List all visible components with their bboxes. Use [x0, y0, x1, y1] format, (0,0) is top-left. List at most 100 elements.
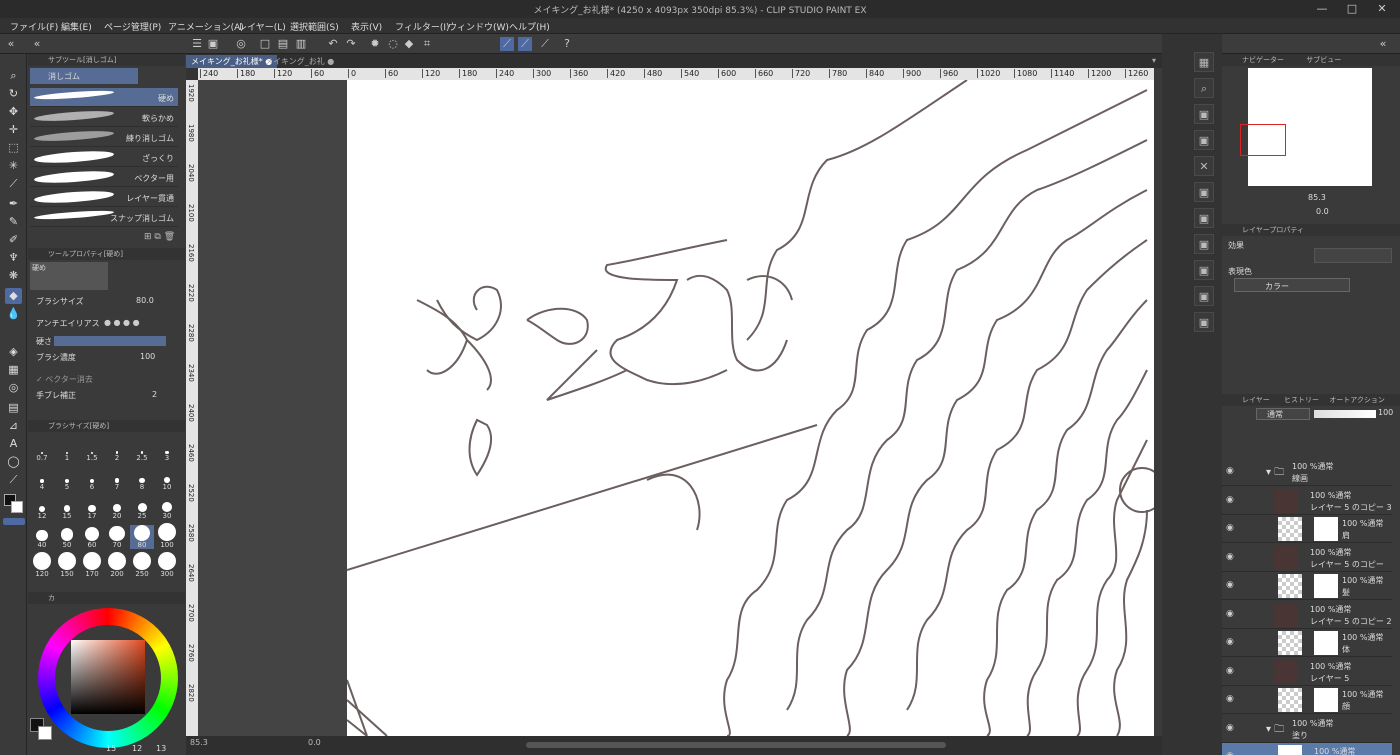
antialias-row[interactable]: アンチエイリアス ● ● ● ● [36, 318, 176, 329]
undo-icon[interactable]: ↶ [326, 37, 340, 51]
menu-page[interactable]: ページ管理(P) [104, 20, 161, 33]
brush-size-option[interactable]: 30 [155, 496, 179, 520]
eyedropper-icon[interactable]: ⟋ [5, 176, 22, 192]
menu-view[interactable]: 表示(V) [351, 20, 382, 33]
material-icon-8[interactable]: ▣ [1194, 312, 1214, 332]
zoom-tool-icon[interactable]: ⌕ [5, 68, 22, 84]
visibility-eye-icon[interactable]: ◉ [1226, 666, 1234, 676]
sub-color-swatch[interactable] [11, 501, 23, 513]
snap-grid-icon[interactable]: ⟋ [538, 37, 552, 51]
folder-icon[interactable]: ▾ 🗀 [1266, 722, 1284, 739]
visibility-eye-icon[interactable]: ◉ [1226, 609, 1234, 619]
viewport-rect[interactable] [1240, 124, 1286, 156]
material-icon-4[interactable]: ▣ [1194, 208, 1214, 228]
brush-size-option[interactable]: 15 [55, 496, 79, 520]
material-icon-5[interactable]: ▣ [1194, 234, 1214, 254]
collapse-icon-2[interactable]: « [30, 37, 44, 51]
visibility-eye-icon[interactable]: ◉ [1226, 694, 1234, 704]
magic-wand-icon[interactable]: ✳ [5, 158, 22, 174]
transparent-color-toggle[interactable] [3, 518, 25, 525]
canvas-area[interactable] [198, 80, 1154, 736]
figure-tool-icon[interactable]: ◎ [5, 380, 22, 396]
material-icon-3[interactable]: ▣ [1194, 182, 1214, 202]
brush-size-option[interactable]: 300 [155, 552, 179, 578]
material-icon-2[interactable]: ▣ [1194, 130, 1214, 150]
brush-size-option[interactable]: 4 [30, 467, 54, 491]
subtool-item[interactable]: 軟らかめ [30, 108, 178, 127]
pen-tool-icon[interactable]: ✒ [5, 196, 22, 212]
new-canvas-icon[interactable]: □ [258, 37, 272, 51]
opacity-slider[interactable] [1314, 410, 1376, 418]
subtool-item[interactable]: 練り消しゴム [30, 128, 178, 147]
vector-erase-row[interactable]: ✓ ベクター消去 [36, 374, 176, 385]
brush-size-option[interactable]: 80 [130, 524, 154, 549]
brush-size-option[interactable]: 250 [130, 552, 154, 578]
layer-row[interactable]: ◉ 100 %通常肩 [1222, 515, 1392, 543]
opacity-value[interactable]: 100 [1378, 408, 1393, 417]
tab-menu-icon[interactable]: ▾ [1152, 56, 1156, 65]
material-icon-7[interactable]: ▣ [1194, 286, 1214, 306]
saturation-value-square[interactable] [71, 640, 145, 714]
move-tool-icon[interactable]: ✛ [5, 122, 22, 138]
toolprop-tab[interactable]: ツールプロパティ[硬め] [28, 248, 185, 260]
menu-selection[interactable]: 選択範囲(S) [290, 20, 339, 33]
menu-file[interactable]: ファイル(F) [10, 20, 58, 33]
rotate-tool-icon[interactable]: ↻ [5, 86, 22, 102]
brush-size-option[interactable]: 1 [55, 438, 79, 462]
transform-icon[interactable]: ⌗ [420, 37, 434, 51]
folder-icon[interactable]: ▾ 🗀 [1266, 465, 1284, 482]
express-color-select[interactable]: カラー [1234, 278, 1350, 292]
layer-row[interactable]: ◉ 100 %通常髪 [1222, 572, 1392, 600]
subtool-item[interactable]: レイヤー貫通 [30, 188, 178, 207]
layer-strip-icon[interactable]: ▦ [1194, 52, 1214, 72]
navigator-preview[interactable] [1240, 68, 1372, 186]
menu-animation[interactable]: アニメーション(A) [168, 20, 244, 33]
angle-value[interactable]: 0.0 [308, 738, 321, 747]
brush-size-option[interactable]: 3 [155, 438, 179, 462]
search-icon[interactable]: ⌕ [1194, 78, 1214, 98]
collapse-icon[interactable]: « [4, 37, 18, 51]
snap-special-ruler-icon[interactable]: ⟋ [518, 37, 532, 51]
brush-size-option[interactable]: 25 [130, 496, 154, 520]
fill-tool-icon[interactable]: ◈ [5, 344, 22, 360]
layer-row[interactable]: ◉ 100 %通常顔 [1222, 686, 1392, 714]
layer-row[interactable]: ◉ 100 %通常 レイヤー 5 のコピー [1222, 544, 1392, 572]
hand-tool-icon[interactable]: ✥ [5, 104, 22, 120]
maximize-button[interactable]: □ [1342, 1, 1362, 17]
brush-size-row[interactable]: ブラシサイズ 80.0 [36, 296, 176, 307]
brush-tool-icon[interactable]: ✐ [5, 232, 22, 248]
close-button[interactable]: ✕ [1372, 1, 1392, 17]
color-tab[interactable]: カ [28, 592, 185, 604]
balloon-tool-icon[interactable]: ◯ [5, 454, 22, 470]
visibility-eye-icon[interactable]: ◉ [1226, 495, 1234, 505]
line-correct-tool-icon[interactable]: ⟋ [5, 472, 22, 488]
layer-row[interactable]: ◉ 100 %通常 レイヤー 5 [1222, 658, 1392, 686]
minimize-button[interactable]: — [1312, 1, 1332, 17]
material-icon[interactable]: ▣ [1194, 104, 1214, 124]
subtool-item[interactable]: 硬め [30, 88, 178, 107]
redo-icon[interactable]: ↷ [344, 37, 358, 51]
hardness-row[interactable]: 硬さ [36, 336, 176, 347]
brush-size-option[interactable]: 40 [30, 525, 54, 549]
snap-ruler-icon[interactable]: ⟋ [500, 37, 514, 51]
density-row[interactable]: ブラシ濃度 100 [36, 352, 176, 363]
material-icon-6[interactable]: ▣ [1194, 260, 1214, 280]
subtool-tab[interactable]: サブツール[消しゴム] [28, 54, 185, 66]
stabilization-row[interactable]: 手ブレ補正 2 [36, 390, 176, 401]
brushsize-tab[interactable]: ブラシサイズ[硬め] [28, 420, 185, 432]
brush-size-option[interactable]: 60 [80, 525, 104, 549]
collapse-panel-icon[interactable]: « [1376, 37, 1390, 51]
visibility-eye-icon[interactable]: ◉ [1226, 552, 1234, 562]
brush-size-option[interactable]: 70 [105, 525, 129, 549]
hamburger-menu-icon[interactable]: ☰ [190, 37, 204, 51]
subtool-item[interactable]: スナップ消しゴム [30, 208, 178, 227]
brush-size-option[interactable]: 5 [55, 467, 79, 491]
clear-icon[interactable]: ◌ [386, 37, 400, 51]
subtool-item[interactable]: ベクター用 [30, 168, 178, 187]
menu-filter[interactable]: フィルター(I) [395, 20, 450, 33]
brush-size-option[interactable]: 0.7 [30, 438, 54, 462]
visibility-eye-icon[interactable]: ◉ [1226, 723, 1234, 733]
brush-size-option[interactable]: 6 [80, 467, 104, 491]
blend-mode-select[interactable]: 通常 [1256, 408, 1310, 420]
close-x-icon[interactable]: ✕ [1194, 156, 1214, 176]
